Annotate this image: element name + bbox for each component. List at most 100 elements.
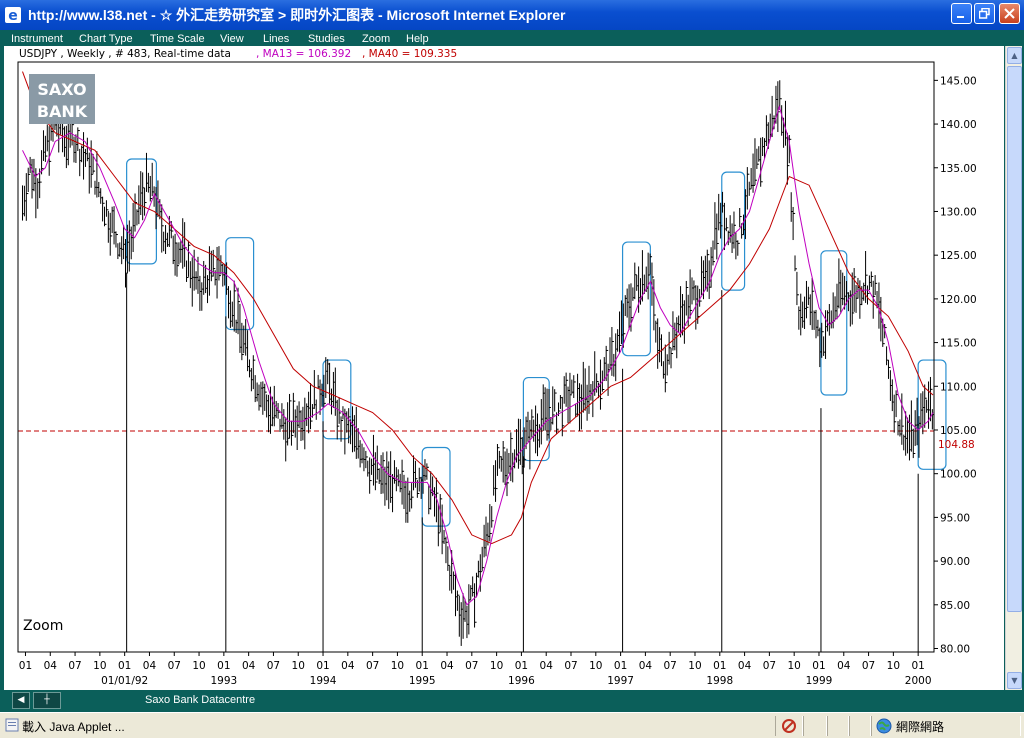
close-button[interactable] (999, 3, 1020, 24)
scroll-thumb[interactable] (1007, 66, 1022, 612)
saxo-bank-logo: SAXO BANK (29, 74, 95, 124)
x-tick-label: 04 (242, 660, 256, 672)
y-tick-label: 80.00 (940, 644, 970, 656)
highlight-box (820, 250, 848, 396)
vertical-scrollbar[interactable]: ▲ ▼ (1005, 46, 1022, 690)
x-tick-label: 07 (168, 660, 181, 672)
chart-header-ma13: , MA13 = 106.392 (256, 48, 351, 60)
minimize-button[interactable] (951, 3, 972, 24)
status-bar: 載入 Java Applet ... 網際網路 (0, 712, 1024, 738)
y-tick-label: 125.00 (940, 250, 977, 262)
x-tick-label: 04 (44, 660, 58, 672)
x-tick-label: 01 (217, 660, 230, 672)
y-tick-label: 140.00 (940, 119, 977, 131)
x-tick-label: 04 (837, 660, 851, 672)
scroll-left-icon[interactable]: ◀ (12, 692, 30, 709)
x-tick-label: 01 (614, 660, 627, 672)
x-tick-label: 01 (118, 660, 131, 672)
zoom-label: Zoom (23, 618, 63, 634)
status-zone-segment (871, 716, 1021, 736)
chart-header-instrument: USDJPY , Weekly , # 483, Real-time data (19, 48, 231, 60)
x-tick-label: 01 (911, 660, 924, 672)
pan-handle-icon[interactable]: ┼ (33, 692, 61, 709)
y-tick-label: 105.00 (940, 425, 977, 437)
x-tick-label: 10 (292, 660, 305, 672)
x-year-label: 01/01/92 (101, 675, 148, 687)
menu-chart-type[interactable]: Chart Type (79, 33, 133, 45)
security-zone-text: 網際網路 (896, 720, 945, 734)
x-tick-label: 04 (440, 660, 454, 672)
plot-border (17, 61, 935, 653)
menu-view[interactable]: View (220, 33, 244, 45)
x-tick-label: 07 (664, 660, 677, 672)
y-tick-label: 110.00 (940, 381, 977, 393)
x-tick-label: 07 (267, 660, 280, 672)
y-tick-label: 95.00 (940, 512, 970, 524)
x-tick-label: 01 (19, 660, 32, 672)
x-year-label: 1997 (607, 675, 634, 687)
status-text: 載入 Java Applet ... (22, 720, 125, 734)
x-year-label: 2000 (905, 675, 932, 687)
x-year-label: 1994 (310, 675, 337, 687)
status-segment (803, 716, 827, 736)
svg-text:e: e (8, 8, 18, 24)
y-tick-label: 145.00 (940, 75, 977, 87)
menu-help[interactable]: Help (406, 33, 429, 45)
x-tick-label: 07 (763, 660, 776, 672)
y-tick-label: 115.00 (940, 338, 977, 350)
internet-globe-icon (876, 718, 892, 734)
chart-menubar: Instrument Chart Type Time Scale View Li… (4, 30, 1004, 46)
menu-lines[interactable]: Lines (263, 33, 289, 45)
x-tick-label: 07 (465, 660, 478, 672)
x-tick-label: 07 (564, 660, 577, 672)
menu-studies[interactable]: Studies (308, 33, 345, 45)
x-tick-label: 01 (515, 660, 528, 672)
x-tick-label: 10 (192, 660, 205, 672)
x-year-label: 1995 (409, 675, 436, 687)
price-bars-layer (21, 80, 935, 646)
x-tick-label: 10 (589, 660, 602, 672)
window-title: http://www.l38.net - ☆ 外汇走势研究室 > 即时外汇图表 … (28, 7, 566, 23)
y-tick-label: 90.00 (940, 556, 970, 568)
x-tick-label: 01 (316, 660, 329, 672)
ma13-line (22, 104, 934, 606)
menu-time-scale[interactable]: Time Scale (150, 33, 205, 45)
scroll-down-button[interactable]: ▼ (1007, 672, 1022, 689)
x-year-label: 1993 (210, 675, 237, 687)
page-loading-icon (5, 718, 19, 732)
x-year-label: 1998 (706, 675, 733, 687)
menu-instrument[interactable]: Instrument (11, 33, 63, 45)
x-tick-label: 04 (540, 660, 554, 672)
x-tick-label: 04 (639, 660, 653, 672)
x-year-label: 1996 (508, 675, 535, 687)
x-tick-label: 01 (416, 660, 429, 672)
y-tick-label: 120.00 (940, 294, 977, 306)
scroll-up-button[interactable]: ▲ (1007, 47, 1022, 64)
price-chart[interactable]: 145.00 140.00 135.00 130.00 125.00 120.00 115.… (4, 46, 1004, 690)
restore-icon (979, 8, 990, 19)
status-segment (775, 716, 803, 736)
restore-button[interactable] (974, 3, 995, 24)
status-segment (827, 716, 849, 736)
x-tick-label: 04 (143, 660, 157, 672)
logo-line-1: SAXO (37, 80, 86, 99)
applet-bottom-bar: ◀ ┼ Saxo Bank Datacentre (4, 690, 1004, 712)
x-tick-label: 01 (713, 660, 726, 672)
minimize-icon (957, 16, 964, 18)
y-tick-label: 85.00 (940, 600, 970, 612)
x-tick-label: 04 (341, 660, 355, 672)
datacentre-label: Saxo Bank Datacentre (145, 694, 256, 706)
x-year-label: 1999 (806, 675, 833, 687)
close-icon (1004, 8, 1015, 19)
y-tick-label: 100.00 (940, 469, 977, 481)
x-tick-label: 10 (93, 660, 106, 672)
x-tick-label: 04 (738, 660, 752, 672)
menu-zoom[interactable]: Zoom (362, 33, 390, 45)
x-tick-label: 07 (366, 660, 379, 672)
x-tick-label: 10 (688, 660, 701, 672)
x-tick-label: 10 (391, 660, 404, 672)
chart-pane[interactable]: 145.00 140.00 135.00 130.00 125.00 120.00 115.… (4, 46, 1004, 690)
popup-blocked-icon (782, 719, 796, 733)
y-tick-label: 130.00 (940, 206, 977, 218)
logo-line-2: BANK (37, 102, 88, 121)
